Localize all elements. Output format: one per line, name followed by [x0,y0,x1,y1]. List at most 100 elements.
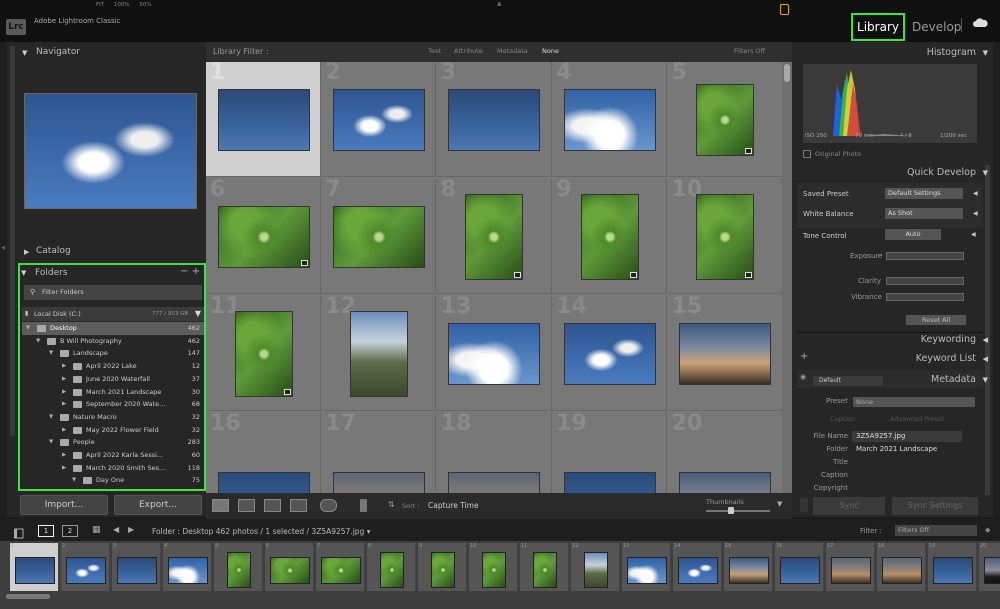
navigator-header[interactable]: ▼ Navigator [22,47,204,61]
folder-row[interactable]: ▶ April 2022 Karla Sessi... 60 [22,449,204,462]
filmstrip-thumbnail[interactable] [320,556,361,584]
photo-thumbnail[interactable] [465,194,524,280]
grid-cell[interactable]: 12 [321,296,437,411]
filmstrip-thumbnail[interactable] [626,556,667,584]
keywording-title[interactable]: Keywording [921,334,976,345]
grid-cell[interactable]: 4 [552,62,668,177]
navigator-preview[interactable] [24,93,197,209]
spray-can-icon[interactable] [360,499,367,512]
filmstrip-thumbnail[interactable] [583,552,608,588]
grid-cell[interactable]: 1 [206,62,321,177]
grid-cell[interactable]: 7 [321,179,437,294]
collapse-triangle-icon[interactable]: ▼ [983,49,988,57]
filmstrip-thumbnail[interactable] [14,556,55,584]
compare-view-icon[interactable] [264,499,281,512]
collapse-triangle-icon[interactable]: ◀ [971,231,976,238]
grid-cell[interactable]: 5 [667,62,782,177]
window-layout-icon[interactable] [13,524,24,539]
grid-cell[interactable]: 3 [436,62,552,177]
vibrance-stepper[interactable] [886,293,964,301]
photo-thumbnail[interactable] [448,472,541,493]
filter-none[interactable]: None [542,47,559,55]
folder-row[interactable]: ▶ March 2021 Landscape 30 [22,386,204,399]
folder-row[interactable]: ▼ Nature Macro 32 [22,411,204,424]
filmstrip-thumbnail[interactable] [932,556,973,584]
metadata-advanced-tab[interactable]: Advanced Preset [890,415,944,423]
photo-thumbnail[interactable] [217,89,310,151]
filmstrip-thumbnail[interactable] [481,552,506,588]
filmstrip-cell[interactable]: 9 [418,543,467,591]
sync-button[interactable]: Sync [813,497,885,515]
photo-thumbnail[interactable] [563,89,656,151]
folder-row[interactable]: ▼ Landscape 147 [22,347,204,360]
toolbar-menu-icon[interactable]: ▼ [777,500,782,508]
collapse-triangle-icon[interactable]: ◀ [973,210,978,217]
loupe-view-icon[interactable] [238,499,255,512]
filmstrip-cell[interactable]: 16 [775,543,824,591]
filmstrip-cell[interactable]: 17 [826,543,875,591]
folder-disclosure-icon[interactable]: ▼ [36,335,40,348]
white-balance-dropdown[interactable]: As Shot [885,208,963,219]
filmstrip-cell[interactable]: 1 [10,543,59,591]
grid-cell[interactable]: 11 [206,296,321,411]
filmstrip-cell[interactable]: 7 [316,543,365,591]
filmstrip-cell[interactable]: 19 [928,543,977,591]
edited-badge-icon[interactable] [745,272,753,278]
metadata-preset-dropdown[interactable]: None [853,397,975,407]
folder-disclosure-icon[interactable]: ▶ [62,386,66,399]
grid-cell[interactable]: 2 [321,62,437,177]
eye-icon[interactable]: ◉ [800,373,806,381]
filmstrip-cell[interactable]: 10 [469,543,518,591]
histogram-title[interactable]: Histogram [927,47,976,58]
import-button[interactable]: Import... [20,495,108,515]
filmstrip-thumbnail[interactable] [269,556,310,584]
folder-disclosure-icon[interactable]: ▶ [62,462,66,475]
folder-disclosure-icon[interactable]: ▶ [62,398,66,411]
filmstrip-cell[interactable]: 18 [877,543,926,591]
window-2-button[interactable]: 2 [62,525,78,537]
collapse-triangle-icon[interactable]: ▼ [983,376,988,384]
filter-attribute[interactable]: Attribute [454,47,483,55]
photo-thumbnail[interactable] [563,323,656,385]
folder-disclosure-icon[interactable]: ▼ [26,322,30,335]
folder-row[interactable]: ▼ People 283 [22,436,204,449]
grid-cell[interactable]: 19 [552,413,668,493]
filmstrip-thumbnail[interactable] [116,556,157,584]
grid-scroll-thumb[interactable] [784,64,790,82]
filmstrip-cell[interactable]: 11 [520,543,569,591]
people-view-icon[interactable] [320,499,337,512]
edited-badge-icon[interactable] [629,272,637,278]
filmstrip-cell[interactable]: 8 [367,543,416,591]
photo-thumbnail[interactable] [580,194,639,280]
clarity-stepper[interactable] [886,277,964,285]
survey-view-icon[interactable] [290,499,307,512]
filmstrip-scrollbar[interactable] [6,594,50,599]
expand-triangle-icon[interactable]: ◀ [983,355,988,363]
module-library[interactable]: Library [851,13,905,41]
left-panel-scrollbar[interactable] [10,46,15,436]
filmstrip-cell[interactable]: 3 [112,543,161,591]
back-arrow-icon[interactable]: ◀ [113,525,119,534]
photo-thumbnail[interactable] [332,472,425,493]
filmstrip-thumbnail[interactable] [226,552,251,588]
folder-disclosure-icon[interactable]: ▶ [62,360,66,373]
folder-row[interactable]: ▶ May 2022 Flower Field 32 [22,424,204,437]
filmstrip-thumbnail[interactable] [379,552,404,588]
right-panel-scrollbar[interactable] [985,165,990,495]
folder-row[interactable]: ▶ June 2020 Waterfall 37 [22,373,204,386]
filmstrip-source-path[interactable]: Folder : Desktop 462 photos / 1 selected… [152,527,370,536]
sort-direction-icon[interactable]: ⇅ [388,500,395,509]
edited-badge-icon[interactable] [283,389,291,395]
folder-row[interactable]: ▼ B Will Photography 462 [22,335,204,348]
filmstrip-toggle-icon[interactable]: ◆ [985,526,990,534]
grid-cell[interactable]: 17 [321,413,437,493]
filmstrip-cell[interactable]: 13 [622,543,671,591]
folder-row[interactable]: ▶ April 2022 Lake 12 [22,360,204,373]
photo-thumbnail[interactable] [563,472,656,493]
grid-view-icon[interactable] [212,499,229,512]
filmstrip-cell[interactable]: 20 [979,543,1000,591]
grid-view-small-icon[interactable]: ▦ [92,525,101,535]
grid-cell[interactable]: 9 [552,179,668,294]
folder-disclosure-icon[interactable]: ▼ [49,411,53,424]
filmstrip-cell[interactable]: 5 [214,543,263,591]
